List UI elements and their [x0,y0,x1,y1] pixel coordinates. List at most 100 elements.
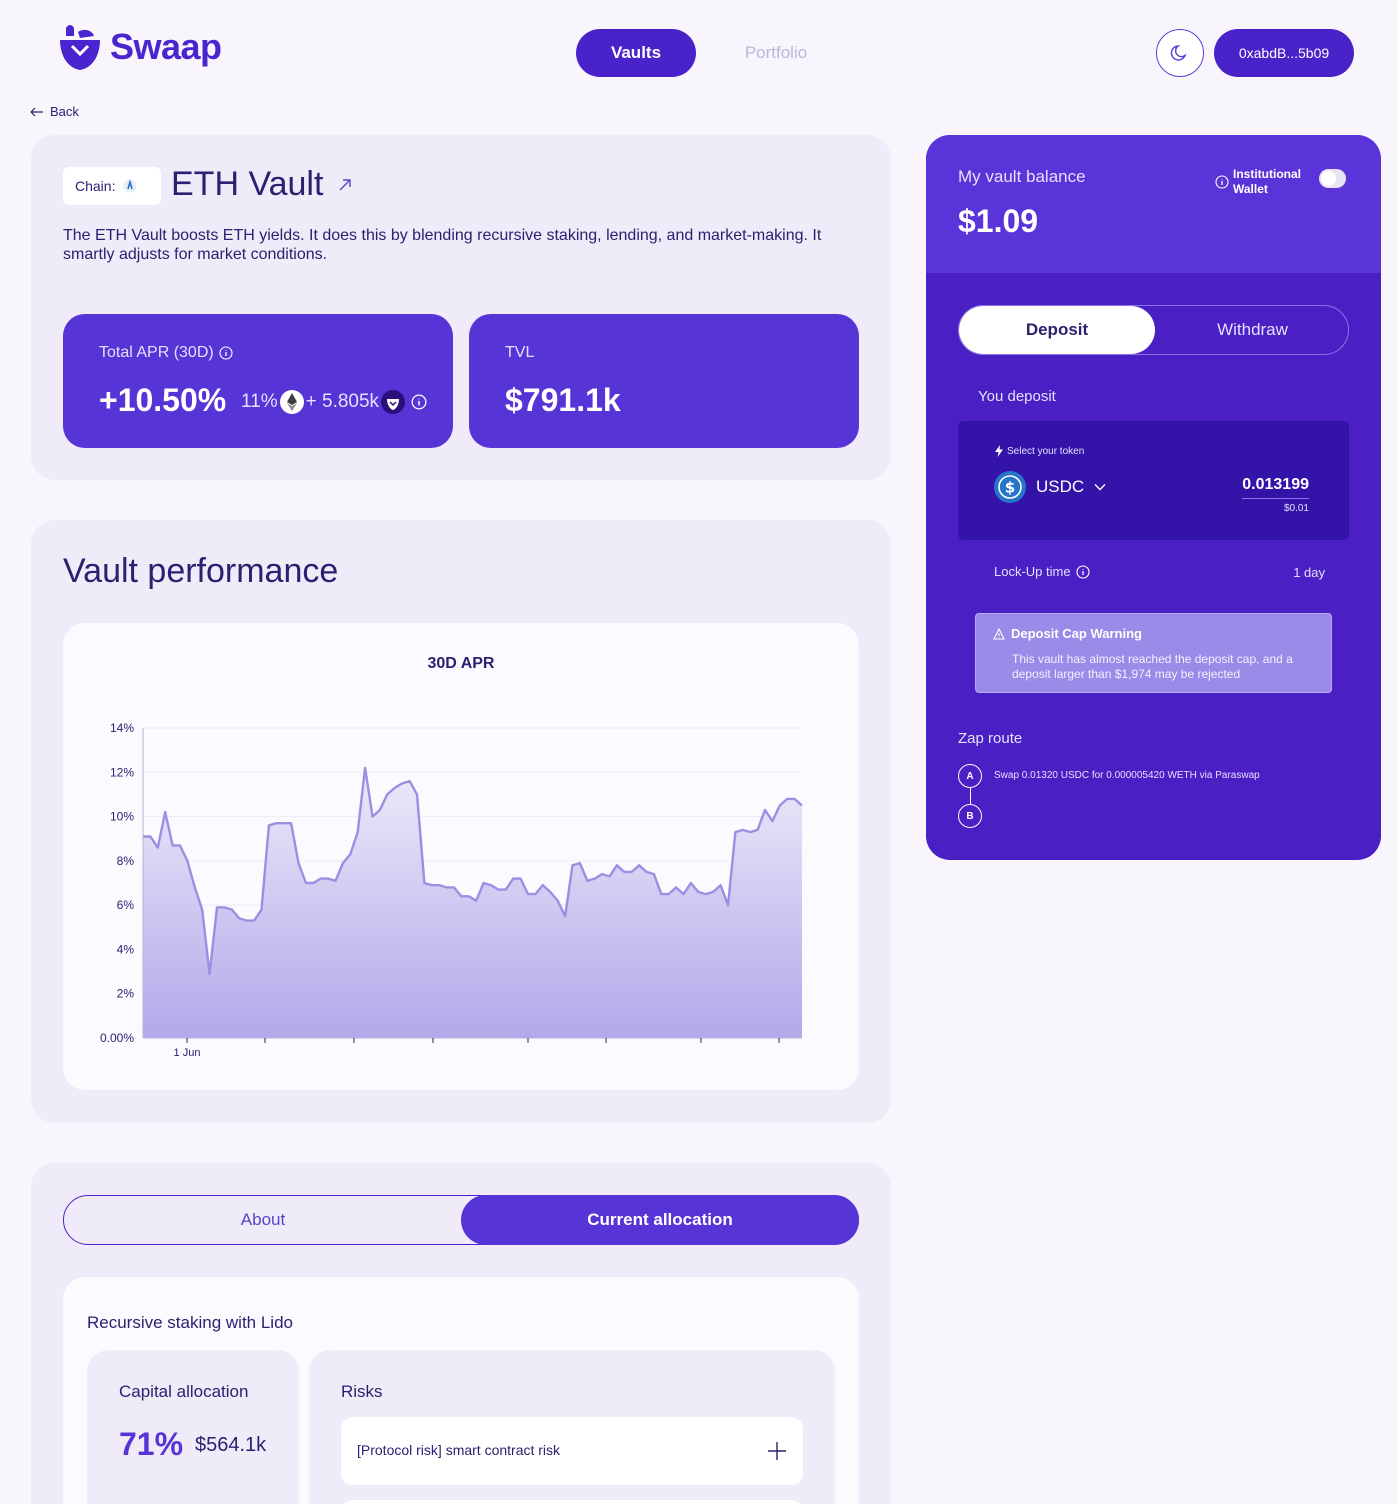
info-icon[interactable] [219,346,233,360]
vault-title-row: ETH Vault [171,165,353,204]
nav-vaults-tab[interactable]: Vaults [576,29,696,77]
y-tick-label: 2% [117,987,135,1001]
tvl-box: TVL $791.1k [469,314,859,448]
zap-step-text: Swap 0.01320 USDC for 0.000005420 WETH v… [994,770,1260,781]
x-tick-label: 1 Jun [174,1047,201,1059]
you-deposit-label: You deposit [978,388,1056,405]
arrow-left-icon [30,107,43,116]
institutional-wallet-label: Institutional Wallet [1215,167,1301,197]
chain-pill: Chain: [63,167,161,205]
select-token-label: Select your token [1007,445,1085,457]
y-tick-label: 14% [110,721,134,735]
moon-icon [1170,45,1187,61]
y-tick-label: 8% [117,854,135,868]
apr-chart: 30D APR 0.00% 2% 4% 6% 8% 10% 12% 14% 1 Jun [63,623,859,1090]
warning-text: This vault has almost reached the deposi… [1012,652,1293,681]
deposit-amount-usd: $0.01 [1283,503,1309,514]
logo-text: Swaap [110,26,222,67]
chevron-down-icon [1094,484,1106,491]
select-token-hint: Select your token [995,445,1084,457]
apr-label: Total APR (30D) [99,344,214,361]
capital-label: Capital allocation [119,1382,249,1401]
lightning-icon [995,445,1003,457]
performance-title: Vault performance [63,552,339,590]
vault-performance-card: Vault performance 30D APR 0.00% 2% 4% 6% 8% 1… [31,520,891,1123]
token-selector[interactable]: $ USDC [994,471,1106,503]
allocation-tabs: About Current allocation [63,1195,859,1245]
vault-info-card: Chain: ETH Vault The ETH Vault boosts ET… [31,135,891,480]
strategy-title: Recursive staking with Lido [87,1313,293,1332]
info-icon[interactable] [411,394,427,410]
theme-toggle-button[interactable] [1156,29,1204,77]
zap-connector [970,788,971,804]
usdc-token-icon: $ [994,471,1026,503]
swaap-logo[interactable]: Swaap [56,22,222,72]
deposit-cap-warning: Deposit Cap Warning This vault has almos… [975,613,1332,693]
y-tick-label: 4% [117,942,135,956]
y-tick-label: 10% [110,810,134,824]
tab-current-allocation[interactable]: Current allocation [461,1195,859,1245]
plus-icon[interactable] [767,1441,787,1461]
lockup-value: 1 day [1293,565,1325,580]
warning-icon [993,627,1005,640]
nav-portfolio-tab[interactable]: Portfolio [716,29,836,77]
swaap-logo-icon [60,25,100,70]
wallet-address-button[interactable]: 0xabdB...5b09 [1214,29,1354,77]
apr-eth-value: 11% [241,391,278,412]
vault-title: ETH Vault [171,165,324,203]
svg-text:$: $ [1005,479,1015,497]
capital-percent: 71% [119,1426,184,1462]
deposit-withdraw-tabs: Deposit Withdraw [958,305,1349,355]
strategy-card: Recursive staking with Lido Capital allo… [63,1277,859,1504]
capital-amount: $564.1k [195,1434,267,1456]
y-tick-label: 12% [110,765,134,779]
tvl-label: TVL [505,344,535,361]
info-icon[interactable] [1076,564,1090,579]
token-input-box: Select your token $ USDC 0.013199 $0.01 [958,421,1349,540]
back-label: Back [50,104,79,119]
y-tick-label: 0.00% [100,1031,134,1045]
risk-item[interactable]: [Protocol risk] smart contract risk [341,1417,803,1485]
risks-label: Risks [341,1382,383,1401]
back-link[interactable]: Back [30,104,79,119]
y-tick-label: 6% [117,898,135,912]
institutional-line2: Wallet [1233,182,1268,196]
apr-label-row: Total APR (30D) [99,344,233,362]
tab-about[interactable]: About [64,1196,462,1244]
risks-box: Risks [Protocol risk] smart contract ris… [309,1350,835,1504]
apr-chart-svg: 0.00% 2% 4% 6% 8% 10% 12% 14% 1 Jun [100,721,803,1059]
risk-item-text: [Protocol risk] smart contract risk [357,1442,561,1458]
deposit-amount-input[interactable]: 0.013199 [1242,476,1309,499]
apr-swaap-value: + 5.805k [305,391,380,412]
eth-token-icon [279,390,304,414]
apr-area [143,767,802,1038]
zap-route-label: Zap route [958,730,1023,747]
balance-value: $1.09 [958,203,1039,239]
balance-header: My vault balance $1.09 Institutional Wal… [926,135,1381,273]
capital-allocation-box: Capital allocation 71% $564.1k [87,1350,299,1504]
apr-value: +10.50% [99,382,227,418]
chain-label: Chain: [75,178,116,194]
institutional-line1: Institutional [1233,167,1301,181]
warning-title-row: Deposit Cap Warning [993,626,1142,641]
toggle-knob [1321,171,1336,186]
arbitrum-chain-icon [123,179,137,193]
external-link-icon[interactable] [337,177,353,193]
institutional-wallet-toggle[interactable] [1319,169,1346,188]
allocation-card: About Current allocation Recursive staki… [31,1163,891,1504]
deposit-panel: My vault balance $1.09 Institutional Wal… [926,135,1381,860]
balance-label: My vault balance [958,167,1086,186]
zap-step-a: A [958,764,982,788]
swaap-token-icon [381,390,406,414]
lockup-label: Lock-Up time [994,564,1071,579]
apr-breakdown: 11% + 5.805k [241,390,427,414]
lockup-label-row: Lock-Up time [994,564,1090,579]
tab-withdraw[interactable]: Withdraw [1155,306,1350,354]
zap-step-b: B [958,804,982,828]
vault-description: The ETH Vault boosts ETH yields. It does… [63,227,822,263]
total-apr-box: Total APR (30D) +10.50% 11% + 5.805k [63,314,453,448]
risk-item[interactable] [341,1500,803,1504]
tab-deposit[interactable]: Deposit [959,306,1155,354]
info-icon[interactable] [1215,175,1229,189]
tvl-value: $791.1k [505,382,621,418]
